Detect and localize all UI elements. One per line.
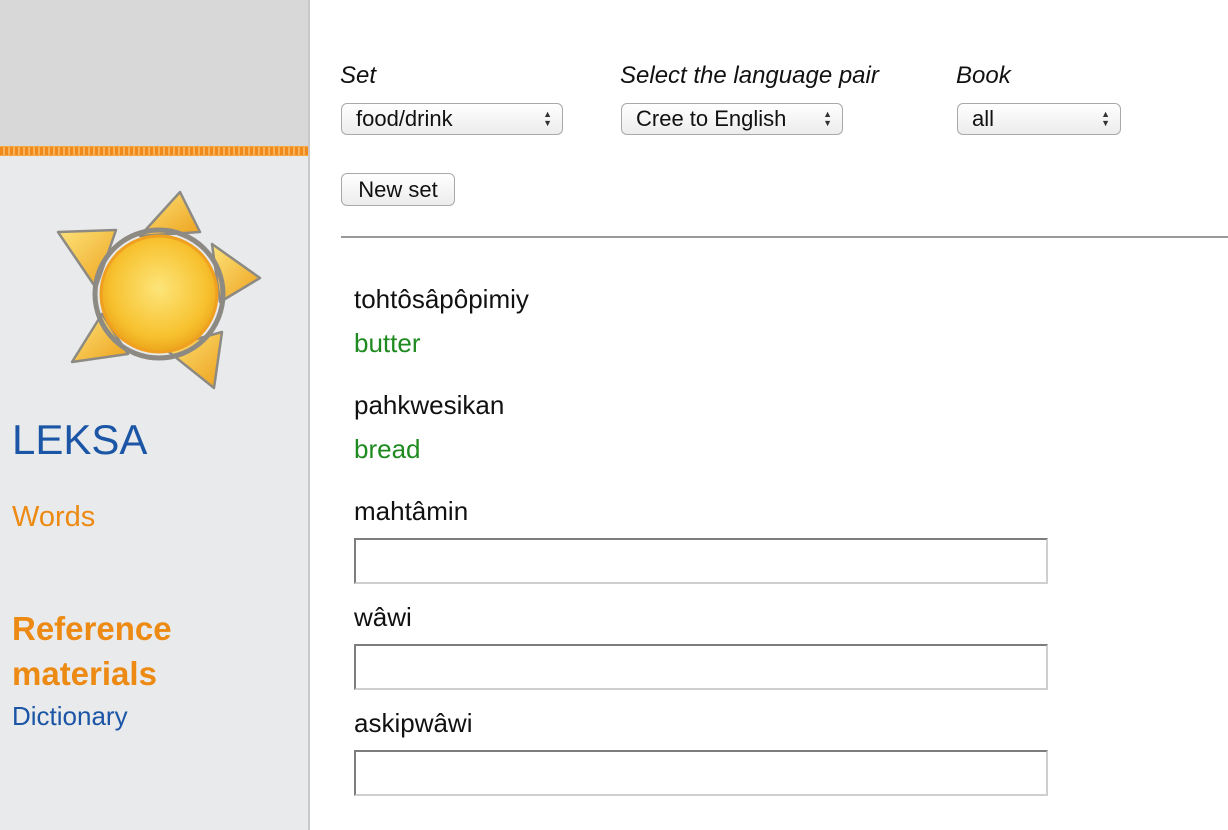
reference-materials-heading: Reference materials — [12, 610, 172, 692]
new-set-button[interactable]: New set — [341, 173, 455, 206]
word-item: wâwi — [354, 602, 412, 632]
answer-input[interactable] — [354, 538, 1048, 584]
nav-link-words[interactable]: Words — [12, 501, 95, 534]
word-item: askipwâwi — [354, 708, 473, 738]
sidebar: LEKSA Words Reference materials Dictiona… — [0, 0, 310, 830]
divider — [341, 236, 1228, 238]
word-item: tohtôsâpôpimiy — [354, 284, 529, 314]
up-down-arrows-icon: ▲ ▼ — [543, 109, 552, 128]
book-label: Book — [956, 62, 1011, 89]
set-label: Set — [340, 62, 377, 89]
nav-link-dictionary[interactable]: Dictionary — [12, 701, 128, 732]
up-down-arrows-icon: ▲ ▼ — [1101, 109, 1110, 128]
language-pair-label: Select the language pair — [620, 62, 879, 89]
correct-answer: bread — [354, 434, 421, 464]
sidebar-orange-stripe — [0, 146, 308, 156]
correct-answer: butter — [354, 328, 421, 358]
up-down-arrows-icon: ▲ ▼ — [823, 109, 832, 128]
answer-input[interactable] — [354, 644, 1048, 690]
book-select[interactable]: all ▲ ▼ — [957, 103, 1121, 135]
book-select-value: all — [972, 106, 995, 131]
sidebar-header-block — [0, 0, 308, 146]
language-pair-select-value: Cree to English — [636, 106, 787, 131]
app-title: LEKSA — [12, 416, 148, 463]
set-select-value: food/drink — [356, 106, 453, 131]
set-select[interactable]: food/drink ▲ ▼ — [341, 103, 563, 135]
word-item: mahtâmin — [354, 496, 469, 526]
language-pair-select[interactable]: Cree to English ▲ ▼ — [621, 103, 843, 135]
answer-input[interactable] — [354, 750, 1048, 796]
word-item: pahkwesikan — [354, 390, 505, 420]
sun-star-logo-icon — [56, 190, 262, 390]
